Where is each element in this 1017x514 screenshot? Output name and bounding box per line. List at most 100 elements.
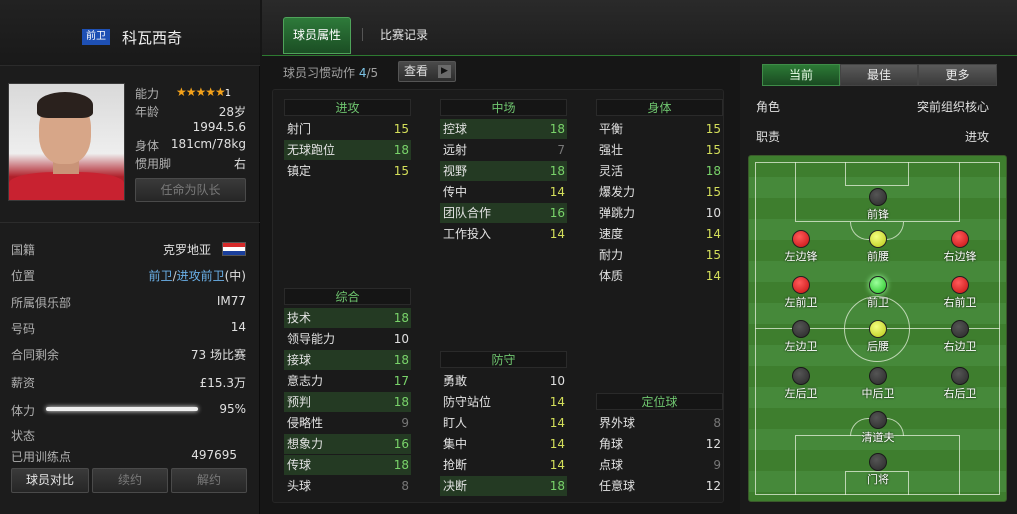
attribute-row: 预判 18	[284, 392, 411, 412]
position-label-gk: 门将	[867, 473, 889, 486]
attribute-row: 弹跳力 10	[596, 203, 723, 223]
attribute-row: 团队合作 16	[440, 203, 567, 223]
attribute-row: 速度 14	[596, 224, 723, 244]
status-label: 状态	[11, 429, 36, 443]
attribute-value: 18	[705, 164, 721, 178]
club-label: 所属俱乐部	[11, 296, 72, 310]
position-dot-lm[interactable]	[792, 276, 810, 294]
contract-label: 合同剩余	[11, 348, 60, 362]
attribute-row: 无球跑位 18	[284, 140, 411, 160]
attribute-value: 14	[549, 395, 565, 409]
tab-match-records[interactable]: 比赛记录	[380, 26, 428, 43]
release-player-button[interactable]: 解约	[171, 468, 247, 493]
position-label-am: 前腰	[867, 250, 889, 263]
attribute-name: 强壮	[599, 143, 624, 157]
attribute-name: 弹跳力	[599, 206, 636, 220]
position-dot-rb[interactable]	[951, 367, 969, 385]
position-dot-cm[interactable]	[869, 276, 887, 294]
position-label-rwb: 右边卫	[943, 340, 977, 353]
attribute-row: 传中 14	[440, 182, 567, 202]
number-label: 号码	[11, 322, 36, 336]
renew-contract-button[interactable]: 续约	[92, 468, 168, 493]
attribute-value: 8	[713, 416, 721, 430]
attribute-value: 9	[713, 458, 721, 472]
attribute-value: 18	[549, 479, 565, 493]
attribute-row: 界外球 8	[596, 413, 723, 433]
position-label-lw: 左边锋	[784, 250, 818, 263]
position-dot-lw[interactable]	[792, 230, 810, 248]
position-dot-cb[interactable]	[869, 367, 887, 385]
compare-player-button[interactable]: 球员对比	[11, 468, 89, 493]
attribute-name: 接球	[287, 353, 312, 367]
attribute-row: 灵活 18	[596, 161, 723, 181]
attribute-name: 点球	[599, 458, 624, 472]
segment-best[interactable]: 最佳	[840, 64, 918, 86]
attribute-row: 集中 14	[440, 434, 567, 454]
attribute-value: 9	[401, 416, 409, 430]
position-value[interactable]: 前卫/进攻前卫(中)	[149, 267, 246, 284]
attribute-name: 灵活	[599, 164, 624, 178]
attribute-name: 勇敢	[443, 374, 468, 388]
attribute-name: 想象力	[287, 437, 324, 451]
role-value: 突前组织核心	[916, 100, 989, 114]
position-dot-rm[interactable]	[951, 276, 969, 294]
view-habits-button[interactable]: 查看 ▶	[398, 61, 456, 82]
role-label: 角色	[756, 100, 781, 114]
group-title-setpiece: 定位球	[596, 393, 723, 410]
tab-player-attributes[interactable]: 球员属性	[283, 17, 351, 54]
position-label-lb: 左后卫	[784, 387, 818, 400]
attribute-name: 抢断	[443, 458, 468, 472]
club-value: IM77	[216, 294, 246, 308]
attribute-name: 平衡	[599, 122, 624, 136]
position-dot-lb[interactable]	[792, 367, 810, 385]
attribute-value: 15	[705, 122, 721, 136]
stamina-value: 95%	[219, 402, 246, 416]
position-label-rm: 右前卫	[943, 296, 977, 309]
position-label-st: 前锋	[867, 208, 889, 221]
attribute-name: 工作投入	[443, 227, 492, 241]
position-dot-sw[interactable]	[869, 411, 887, 429]
attribute-row: 防守站位 14	[440, 392, 567, 412]
group-title-attack: 进攻	[284, 99, 411, 116]
attribute-row: 平衡 15	[596, 119, 723, 139]
group-title-defense: 防守	[440, 351, 567, 368]
attribute-name: 耐力	[599, 248, 624, 262]
position-badge: 前卫	[82, 29, 110, 45]
number-value: 14	[230, 320, 246, 334]
attribute-value: 15	[705, 185, 721, 199]
position-label-lwb: 左边卫	[784, 340, 818, 353]
attribute-row: 控球 18	[440, 119, 567, 139]
attribute-name: 决断	[443, 479, 468, 493]
attribute-name: 预判	[287, 395, 312, 409]
position-dot-dm[interactable]	[869, 320, 887, 338]
attribute-name: 任意球	[599, 479, 636, 493]
position-dot-st[interactable]	[869, 188, 887, 206]
position-dot-gk[interactable]	[869, 453, 887, 471]
croatia-flag-icon	[222, 242, 246, 256]
foot-value: 右	[233, 157, 246, 171]
attribute-row: 接球 18	[284, 350, 411, 370]
attribute-row: 任意球 12	[596, 476, 723, 496]
duty-value: 进攻	[964, 130, 989, 144]
position-dot-am[interactable]	[869, 230, 887, 248]
position-dot-lwb[interactable]	[792, 320, 810, 338]
attribute-value: 18	[393, 395, 409, 409]
position-dot-rwb[interactable]	[951, 320, 969, 338]
attribute-row: 勇敢 10	[440, 371, 567, 391]
attribute-row: 侵略性 9	[284, 413, 411, 433]
segment-current[interactable]: 当前	[762, 64, 840, 86]
position-label-rb: 右后卫	[943, 387, 977, 400]
attribute-name: 视野	[443, 164, 468, 178]
position-dot-rw[interactable]	[951, 230, 969, 248]
appoint-captain-button[interactable]: 任命为队长	[135, 178, 246, 202]
position-label-cb: 中后卫	[861, 387, 895, 400]
position-label: 位置	[11, 269, 36, 283]
group-title-general: 综合	[284, 288, 411, 305]
position-label-cm: 前卫	[867, 296, 889, 309]
attribute-name: 意志力	[287, 374, 324, 388]
attribute-name: 射门	[287, 122, 312, 136]
segment-more[interactable]: 更多	[918, 64, 997, 86]
attribute-name: 盯人	[443, 416, 468, 430]
position-label-sw: 清道夫	[861, 431, 895, 444]
attribute-row: 决断 18	[440, 476, 567, 496]
